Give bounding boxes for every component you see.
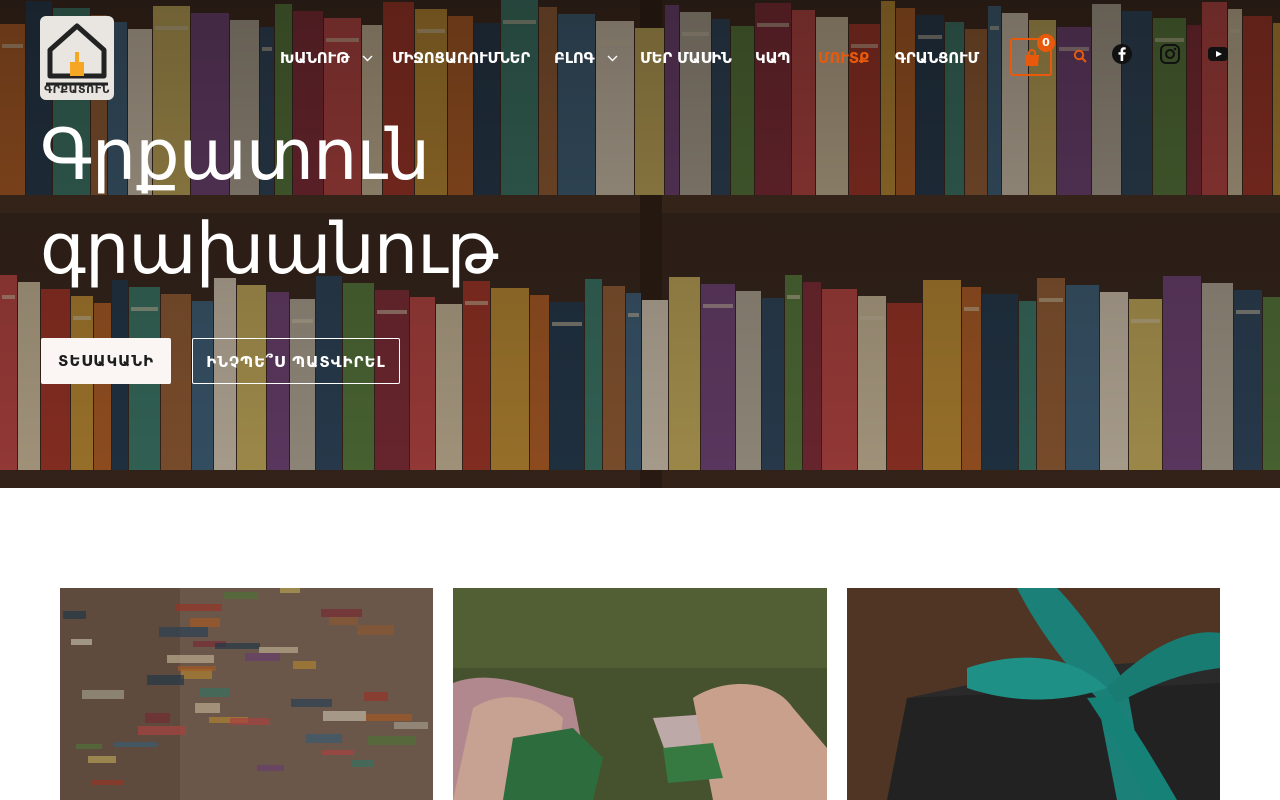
- search-icon[interactable]: [1073, 49, 1087, 63]
- gift-box-image: [847, 588, 1220, 800]
- nav-item-about[interactable]: ՄԵՐ ՄԱՍԻՆ: [640, 46, 732, 70]
- nav-item-contact[interactable]: ԿԱՊ: [755, 46, 791, 70]
- facebook-icon[interactable]: [1111, 43, 1133, 65]
- puzzle-pieces-image: [453, 588, 827, 800]
- nav-item-label: ՄԵՐ ՄԱՍԻՆ: [640, 49, 732, 67]
- catalog-button[interactable]: ՏԵՍԱԿԱՆԻ: [41, 338, 171, 384]
- category-card-puzzles[interactable]: [453, 588, 827, 800]
- how-to-order-button[interactable]: ԻՆՉՊԵ՞Ս ՊԱՏՎԻՐԵԼ: [192, 338, 400, 384]
- site-logo[interactable]: ԳՐՔԱՏՈՒՆ: [40, 16, 114, 100]
- nav-item-login[interactable]: ՄՈՒՏՔ: [818, 46, 869, 70]
- shopping-bag-icon: [1025, 49, 1039, 66]
- nav-item-label: ՄԻՋՈՑԱՌՈՒՄՆԵՐ: [392, 49, 531, 67]
- category-card-gifts[interactable]: [847, 588, 1220, 800]
- nav-item-events[interactable]: ՄԻՋՈՑԱՌՈՒՄՆԵՐ: [392, 46, 530, 70]
- chevron-down-icon: [362, 55, 373, 62]
- hero-title-line-2: գրախանութ: [40, 208, 498, 290]
- cart-count-badge: 0: [1037, 34, 1055, 52]
- hero-title: Գրքատուն գրախանութ: [40, 108, 740, 296]
- youtube-icon[interactable]: [1207, 43, 1229, 65]
- category-card-books[interactable]: [60, 588, 433, 800]
- nav-item-label: ՄՈՒՏՔ: [818, 49, 870, 67]
- hero-title-line-1: Գրքատուն: [40, 114, 430, 196]
- nav-item-label: ԽԱՆՈՒԹ: [280, 49, 350, 67]
- chevron-down-icon: [607, 55, 618, 62]
- nav-item-register[interactable]: ԳՐԱՆՑՈՒՄ: [895, 46, 979, 70]
- nav-item-label: ԳՐԱՆՑՈՒՄ: [895, 49, 979, 67]
- nav-item-shop[interactable]: ԽԱՆՈՒԹ: [280, 46, 373, 70]
- instagram-icon[interactable]: [1159, 43, 1181, 65]
- books-stack-image: [60, 588, 433, 800]
- logo-text: ԳՐՔԱՏՈՒՆ: [44, 83, 110, 96]
- nav-item-label: ԿԱՊ: [755, 49, 791, 67]
- nav-item-label: ԲԼՈԳ: [554, 49, 595, 67]
- nav-item-blog[interactable]: ԲԼՈԳ: [554, 46, 618, 70]
